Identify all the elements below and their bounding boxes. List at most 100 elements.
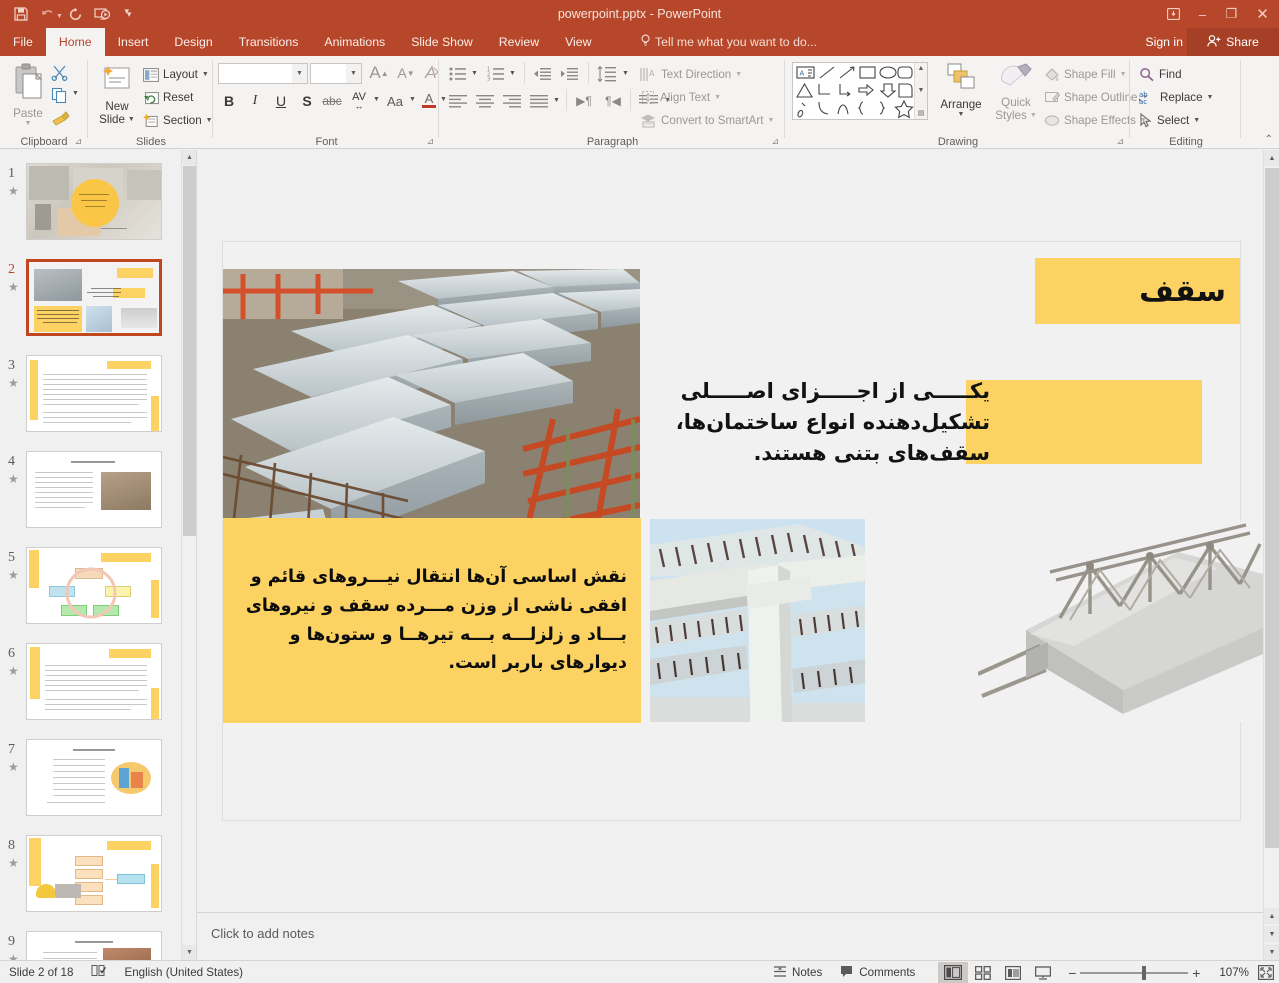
shapes-gallery[interactable]: A <box>792 62 928 120</box>
align-text-button[interactable]: Align Text ▼ <box>640 87 721 108</box>
change-case-dropdown-icon[interactable]: ▼ <box>409 96 416 103</box>
character-spacing-button[interactable]: AV ↔ <box>346 88 372 112</box>
justify-button[interactable] <box>527 90 551 112</box>
convert-to-smartart-button[interactable]: Convert to SmartArt ▼ <box>640 110 774 131</box>
tab-insert[interactable]: Insert <box>105 28 162 56</box>
align-center-button[interactable] <box>473 90 497 112</box>
shape-fill-button[interactable]: Shape Fill ▼ <box>1044 64 1127 85</box>
decrease-indent-button[interactable] <box>530 63 554 85</box>
zoom-track[interactable] <box>1080 966 1188 980</box>
zoom-in-button[interactable]: + <box>1188 965 1204 981</box>
slide-body-text[interactable]: یکـــــی از اجـــــزای اصـــــلی تشکیل‌د… <box>670 376 990 469</box>
strikethrough-button[interactable]: abc <box>320 92 344 110</box>
precast-concrete-blocks-photo[interactable] <box>223 269 640 546</box>
previous-slide-button[interactable]: ▲ <box>1264 908 1279 924</box>
reading-view-button[interactable] <box>998 962 1028 983</box>
tab-review[interactable]: Review <box>486 28 552 56</box>
copy-button[interactable] <box>48 85 70 105</box>
concrete-beams-structure-photo[interactable] <box>650 519 865 722</box>
thumbnail-image[interactable] <box>26 355 162 432</box>
shapes-scroll-up-icon[interactable]: ▲ <box>918 65 925 72</box>
joist-truss-beam-photo[interactable] <box>978 522 1263 722</box>
underline-button[interactable]: U <box>270 90 292 112</box>
thumbnail-pane-scrollbar[interactable]: ▲ ▼ <box>181 150 196 960</box>
thumbnail-slide-8[interactable]: 8 ★ <box>0 832 181 928</box>
line-spacing-button[interactable] <box>594 63 620 85</box>
layout-dropdown-icon[interactable]: ▼ <box>202 71 209 78</box>
notes-button[interactable]: Notes <box>764 961 831 983</box>
ribbon-display-options-icon[interactable] <box>1159 0 1188 28</box>
scroll-down-icon[interactable]: ▼ <box>1264 944 1279 960</box>
quick-styles-button[interactable]: Quick Styles ▼ <box>990 61 1042 122</box>
thumbnail-slide-2[interactable]: 2 ★ <box>0 256 181 352</box>
decrease-font-size-button[interactable]: A▼ <box>394 61 418 85</box>
current-slide[interactable]: سقف یکـــــی از اجـــــزای اصـــــلی تشک… <box>222 241 1241 821</box>
paragraph-dialog-launcher[interactable]: ⊿ <box>771 136 779 147</box>
paste-button[interactable]: Paste ▼ <box>4 62 52 127</box>
thumbnail-slide-1[interactable]: 1 ★ <box>0 160 181 256</box>
new-slide-dropdown-icon[interactable]: ▼ <box>128 116 135 123</box>
copy-dropdown-icon[interactable]: ▼ <box>72 90 79 97</box>
thumbnail-slide-7[interactable]: 7 ★ <box>0 736 181 832</box>
scroll-up-icon[interactable]: ▲ <box>182 150 197 165</box>
rtl-text-direction-button[interactable]: ¶◀ <box>600 90 626 112</box>
bullets-dropdown-icon[interactable]: ▼ <box>471 70 478 77</box>
restore-button[interactable]: ❐ <box>1217 0 1246 28</box>
bold-button[interactable]: B <box>218 90 240 112</box>
slide-thumbnail-pane[interactable]: 1 ★ 2 ★ <box>0 150 181 960</box>
clipboard-dialog-launcher[interactable]: ⊿ <box>74 136 82 147</box>
animation-star-icon[interactable]: ★ <box>8 664 19 678</box>
slide-editing-area[interactable]: سقف یکـــــی از اجـــــزای اصـــــلی تشک… <box>197 150 1263 910</box>
animation-star-icon[interactable]: ★ <box>8 856 19 870</box>
scroll-up-icon[interactable]: ▲ <box>1264 150 1279 166</box>
tab-animations[interactable]: Animations <box>311 28 398 56</box>
align-dropdown-icon[interactable]: ▼ <box>553 97 560 104</box>
scroll-down-icon[interactable]: ▼ <box>182 945 197 960</box>
drawing-dialog-launcher[interactable]: ⊿ <box>1116 136 1124 147</box>
fit-slide-to-window-button[interactable] <box>1253 962 1279 983</box>
convert-to-smartart-dropdown-icon[interactable]: ▼ <box>767 117 774 124</box>
align-text-dropdown-icon[interactable]: ▼ <box>714 94 721 101</box>
animation-star-icon[interactable]: ★ <box>8 952 19 960</box>
text-shadow-button[interactable]: S <box>296 90 318 112</box>
reset-button[interactable]: Reset <box>143 87 193 108</box>
find-button[interactable]: Find <box>1139 64 1182 85</box>
font-dialog-launcher[interactable]: ⊿ <box>426 136 434 147</box>
increase-indent-button[interactable] <box>557 63 581 85</box>
thumbnail-image[interactable] <box>26 643 162 720</box>
zoom-level[interactable]: 107% <box>1210 961 1253 983</box>
arrange-button[interactable]: Arrange ▼ <box>934 61 988 118</box>
new-slide-button[interactable]: New Slide ▼ <box>93 63 141 126</box>
thumbnail-image[interactable] <box>26 451 162 528</box>
paste-dropdown-icon[interactable]: ▼ <box>25 120 32 127</box>
numbering-dropdown-icon[interactable]: ▼ <box>509 70 516 77</box>
replace-dropdown-icon[interactable]: ▼ <box>1207 94 1214 101</box>
tab-file[interactable]: File <box>0 28 46 56</box>
zoom-slider[interactable]: − + <box>1058 965 1210 981</box>
thumbnail-image[interactable] <box>26 739 162 816</box>
font-name-input[interactable]: ▼ <box>218 63 308 84</box>
shapes-scroll-down-icon[interactable]: ▼ <box>918 87 925 94</box>
tab-transitions[interactable]: Transitions <box>226 28 312 56</box>
thumbnail-image[interactable] <box>26 259 162 336</box>
thumbnail-image[interactable] <box>26 931 162 960</box>
thumbnail-slide-4[interactable]: 4 ★ <box>0 448 181 544</box>
scrollbar-thumb[interactable] <box>183 166 196 536</box>
tab-home[interactable]: Home <box>46 28 105 56</box>
yellow-callout-block[interactable]: نقش اساسی آن‌ها انتقال نیـــروهای قائم و… <box>223 518 641 723</box>
arrange-dropdown-icon[interactable]: ▼ <box>958 111 965 118</box>
italic-button[interactable]: I <box>244 90 266 112</box>
language-status[interactable]: English (United States) <box>115 961 252 983</box>
increase-font-size-button[interactable]: A▲ <box>367 61 391 85</box>
select-button[interactable]: Select ▼ <box>1139 110 1200 131</box>
animation-star-icon[interactable]: ★ <box>8 472 19 486</box>
minimize-button[interactable]: – <box>1188 0 1217 28</box>
animation-star-icon[interactable]: ★ <box>8 568 19 582</box>
notes-pane[interactable]: Click to add notes <box>197 912 1263 960</box>
animation-star-icon[interactable]: ★ <box>8 376 19 390</box>
align-right-button[interactable] <box>500 90 524 112</box>
cut-button[interactable] <box>48 62 70 82</box>
slide-sorter-button[interactable] <box>968 962 998 983</box>
animation-star-icon[interactable]: ★ <box>8 184 19 198</box>
numbering-button[interactable]: 123 <box>484 63 508 85</box>
